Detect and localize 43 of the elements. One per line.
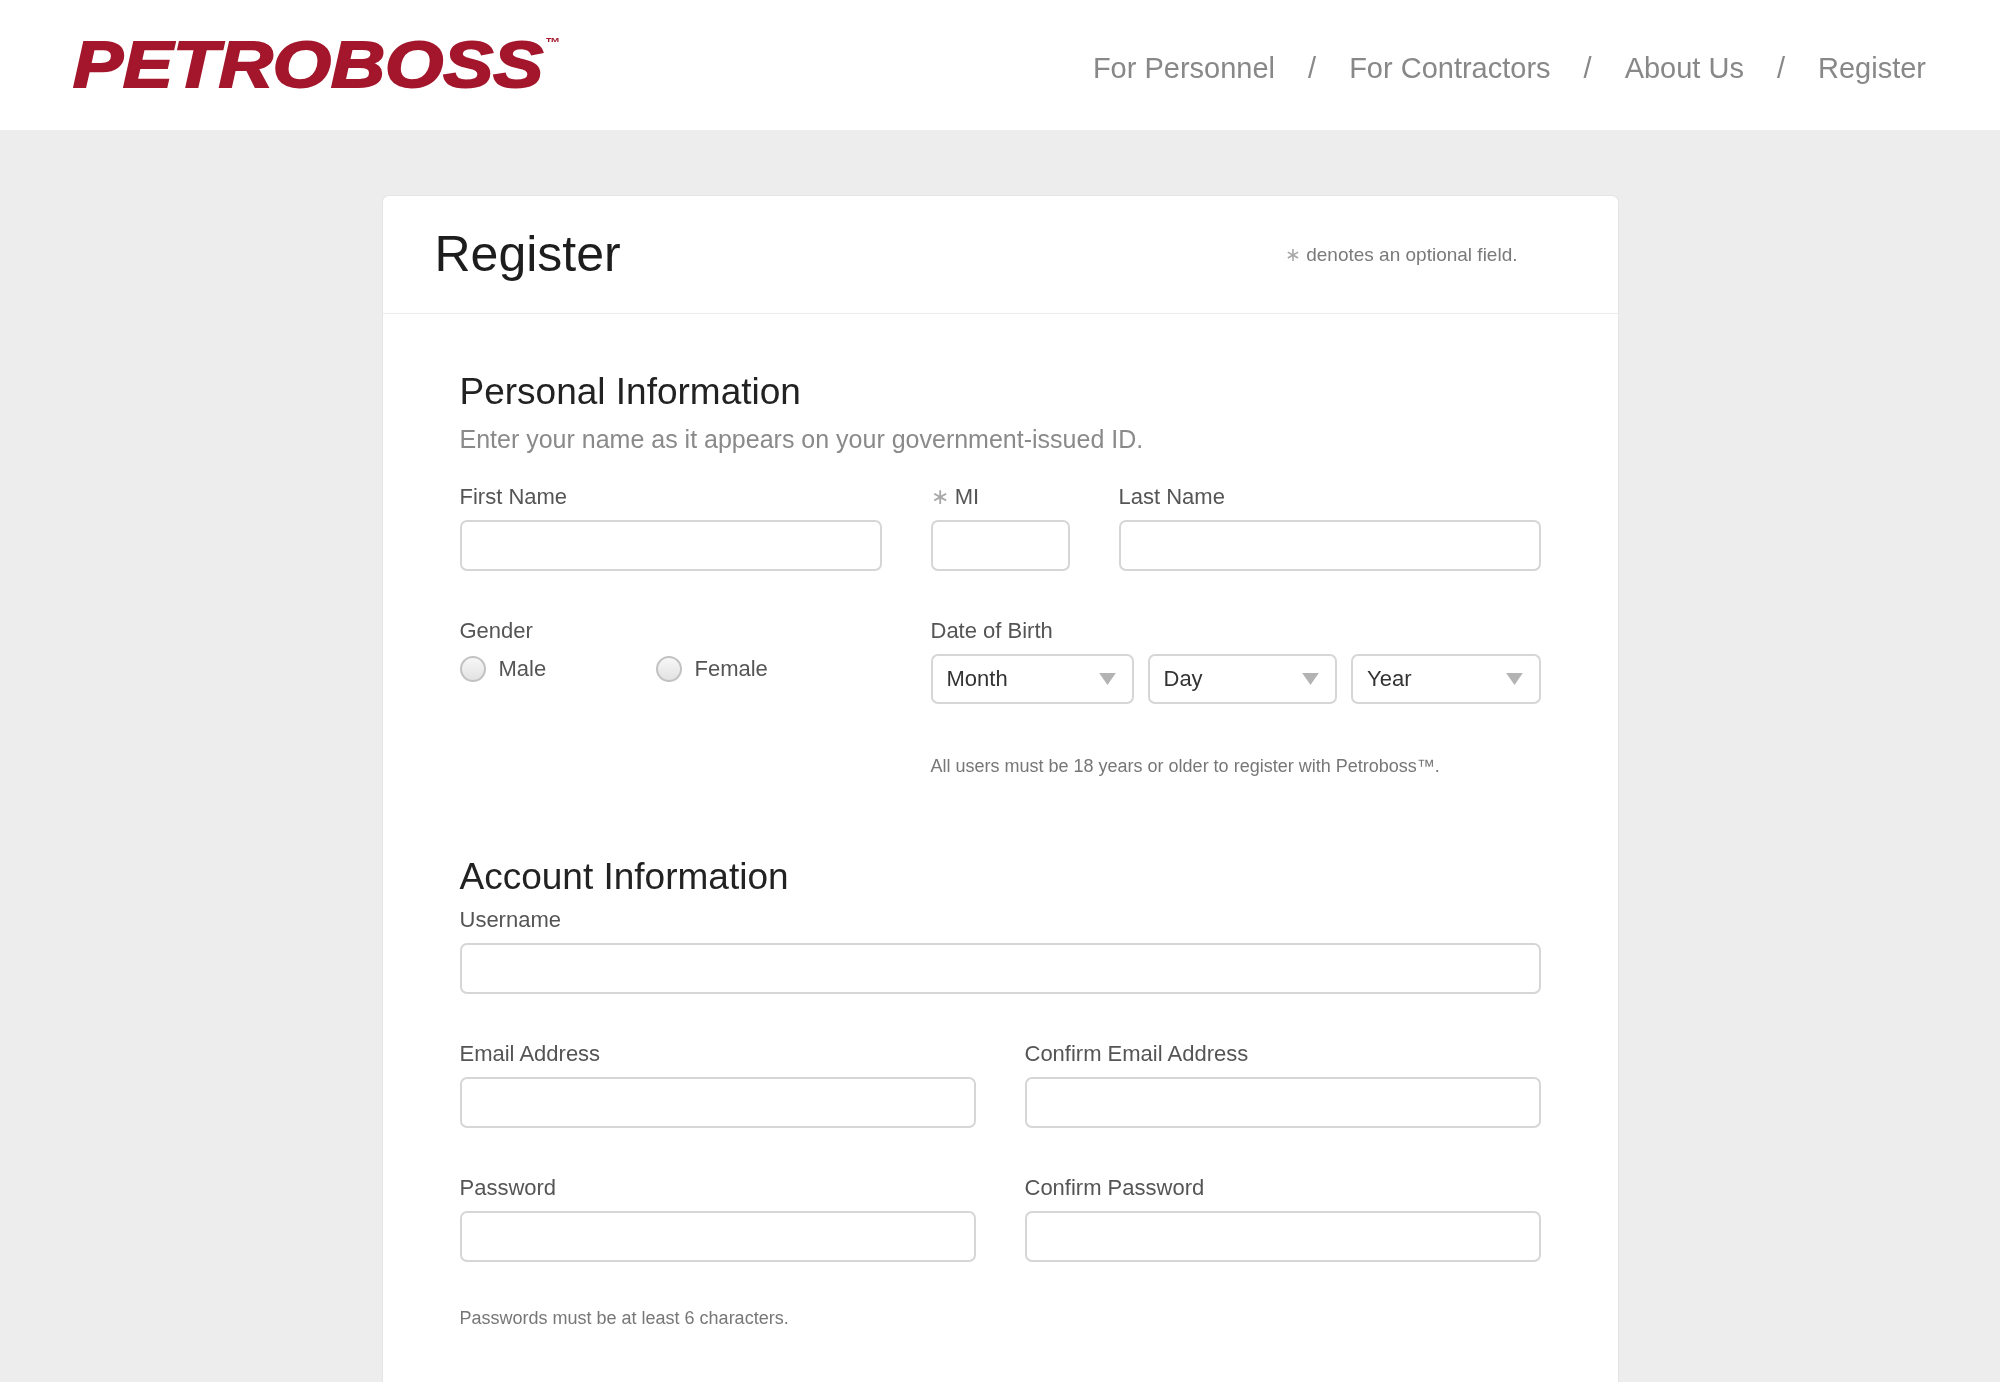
section-subtitle: Enter your name as it appears on your government-issued ID. [459, 424, 1145, 454]
field-label: Last Name [1118, 484, 1226, 510]
section-heading: Account Information [459, 855, 790, 899]
field-label: Password [459, 1175, 558, 1201]
logo[interactable]: PETROBOSS$^{™}$ [73, 33, 561, 97]
optional-field-legend: ∗ denotes an optional field. [1284, 242, 1518, 266]
nav-link[interactable]: For Contractors [1349, 51, 1551, 85]
field-label: Confirm Password [1024, 1175, 1206, 1201]
input-field[interactable] [930, 520, 1070, 571]
field-label: Gender [459, 618, 534, 644]
input-field[interactable] [1024, 1077, 1541, 1128]
caret-icon [1302, 673, 1319, 685]
nav-link[interactable]: About Us [1624, 51, 1744, 85]
page-title: Register [434, 225, 621, 284]
nav-separator: / [1308, 51, 1317, 85]
nav-separator: / [1776, 51, 1785, 85]
field-label: First Name [459, 484, 569, 510]
dropdown[interactable]: Day [1147, 654, 1337, 704]
caret-icon [1505, 673, 1523, 685]
nav-separator: / [1583, 51, 1592, 85]
radio-button[interactable] [655, 656, 682, 682]
input-field[interactable] [459, 520, 882, 571]
caret-icon [1098, 673, 1116, 685]
nav-link[interactable]: For Personnel [1092, 51, 1276, 85]
input-field[interactable] [1024, 1211, 1541, 1262]
field-label: ∗ MI [930, 484, 981, 510]
help-text: All users must be 18 years or older to register with Petroboss™. [930, 755, 1441, 777]
dropdown[interactable]: Year [1351, 654, 1541, 704]
radio-label[interactable]: Female [694, 656, 768, 682]
help-text: Passwords must be at least 6 characters. [459, 1307, 790, 1329]
radio-button[interactable] [459, 656, 486, 682]
nav-link[interactable]: Register [1818, 51, 1926, 85]
dropdown[interactable]: Month [930, 654, 1134, 704]
input-field[interactable] [459, 1077, 976, 1128]
input-field[interactable] [1118, 520, 1541, 571]
field-label: Confirm Email Address [1024, 1041, 1250, 1067]
radio-label[interactable]: Male [498, 656, 547, 682]
input-field[interactable] [459, 1211, 976, 1262]
field-label: Username [459, 907, 562, 933]
section-heading: Personal Information [459, 370, 802, 414]
field-label: Date of Birth [930, 618, 1054, 644]
field-label: Email Address [459, 1041, 602, 1067]
input-field[interactable] [459, 943, 1541, 994]
